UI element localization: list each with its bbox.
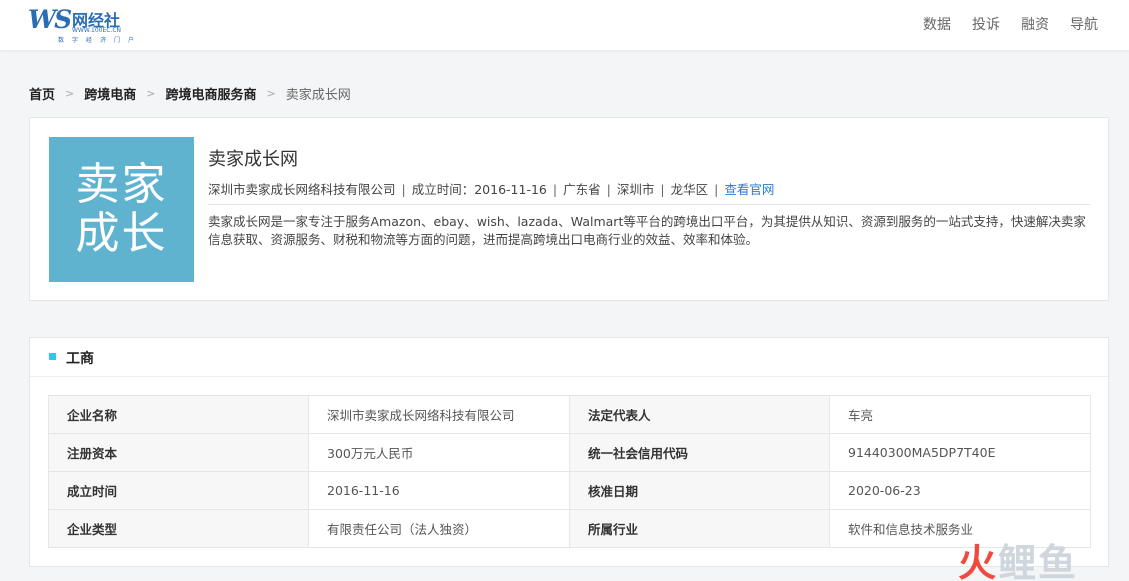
field-label: 所属行业: [569, 509, 830, 548]
company-district: 龙华区: [670, 182, 709, 197]
breadcrumb-cross-border[interactable]: 跨境电商: [84, 84, 136, 103]
site-logo[interactable]: WS 网经社 WWW.100EC.CN 数字经济门户: [28, 4, 138, 44]
divider: [208, 204, 1090, 205]
nav-complaints[interactable]: 投诉: [972, 14, 1000, 34]
field-label: 企业类型: [48, 509, 309, 548]
chevron-right-icon: >: [65, 87, 75, 100]
field-label: 成立时间: [48, 471, 309, 510]
section-marker-icon: [49, 353, 56, 360]
company-logo-line1: 卖家: [75, 159, 168, 211]
company-province: 广东省: [563, 182, 601, 197]
separator: |: [660, 182, 665, 197]
table-row: 注册资本 300万元人民币 统一社会信用代码 91440300MA5DP7T40…: [48, 433, 1091, 472]
table-row: 企业名称 深圳市卖家成长网络科技有限公司 法定代表人 车亮: [48, 395, 1091, 434]
field-label: 统一社会信用代码: [569, 433, 830, 472]
company-description: 卖家成长网是一家专注于服务Amazon、ebay、wish、lazada、Wal…: [208, 214, 1086, 247]
company-city: 深圳市: [616, 182, 655, 197]
business-info-card: 工商 企业名称 深圳市卖家成长网络科技有限公司 法定代表人 车亮 注册资本 30…: [29, 337, 1109, 567]
top-navbar: WS 网经社 WWW.100EC.CN 数字经济门户 数据 投诉 融资 导航: [0, 0, 1129, 50]
field-label: 企业名称: [48, 395, 309, 434]
company-legal-name: 深圳市卖家成长网络科技有限公司: [208, 182, 396, 197]
breadcrumb-home[interactable]: 首页: [29, 84, 55, 103]
field-value: 91440300MA5DP7T40E: [829, 433, 1091, 472]
field-label: 法定代表人: [569, 395, 830, 434]
field-value: 2020-06-23: [829, 471, 1091, 510]
official-website-link[interactable]: 查看官网: [724, 182, 774, 197]
logo-slogan: 数字经济门户: [58, 37, 143, 44]
main-nav: 数据 投诉 融资 导航: [902, 14, 1098, 34]
chevron-right-icon: >: [146, 87, 156, 100]
chevron-right-icon: >: [266, 87, 276, 100]
table-row: 企业类型 有限责任公司（法人独资） 所属行业 软件和信息技术服务业: [48, 509, 1091, 548]
company-founded: 成立时间：2016-11-16: [411, 182, 547, 197]
company-meta: 深圳市卖家成长网络科技有限公司 | 成立时间：2016-11-16 | 广东省 | 深圳市 |…: [208, 179, 774, 198]
watermark-logo: 火鲤鱼: [958, 532, 1078, 581]
field-label: 注册资本: [48, 433, 309, 472]
field-value: 深圳市卖家成长网络科技有限公司: [308, 395, 570, 434]
watermark-part1: 火: [958, 541, 999, 581]
field-label: 核准日期: [569, 471, 830, 510]
nav-data[interactable]: 数据: [923, 14, 951, 34]
section-title: 工商: [66, 351, 94, 367]
company-name: 卖家成长网: [208, 149, 298, 170]
breadcrumb-service-providers[interactable]: 跨境电商服务商: [165, 84, 256, 103]
breadcrumb-current: 卖家成长网: [285, 88, 351, 103]
logo-mark: WS: [28, 5, 72, 34]
separator: |: [606, 182, 611, 197]
watermark-part2: 鲤鱼: [998, 541, 1079, 581]
section-header: 工商: [30, 338, 1108, 377]
company-profile-card: 卖家 成长 卖家成长网 深圳市卖家成长网络科技有限公司 | 成立时间：2016-11…: [29, 117, 1109, 301]
nav-financing[interactable]: 融资: [1021, 14, 1049, 34]
separator: |: [552, 182, 558, 197]
table-row: 成立时间 2016-11-16 核准日期 2020-06-23: [48, 471, 1091, 510]
nav-navigation[interactable]: 导航: [1070, 14, 1098, 34]
separator: |: [401, 182, 406, 197]
logo-url: WWW.100EC.CN: [72, 27, 122, 34]
field-value: 车亮: [829, 395, 1091, 434]
separator: |: [714, 182, 719, 197]
field-value: 有限责任公司（法人独资）: [308, 509, 570, 548]
field-value: 2016-11-16: [308, 471, 570, 510]
business-info-table: 企业名称 深圳市卖家成长网络科技有限公司 法定代表人 车亮 注册资本 300万元…: [48, 395, 1091, 548]
field-value: 300万元人民币: [308, 433, 570, 472]
company-logo-line2: 成长: [75, 207, 168, 259]
breadcrumb: 首页 > 跨境电商 > 跨境电商服务商 > 卖家成长网: [29, 84, 351, 103]
company-logo: 卖家 成长: [49, 137, 194, 282]
